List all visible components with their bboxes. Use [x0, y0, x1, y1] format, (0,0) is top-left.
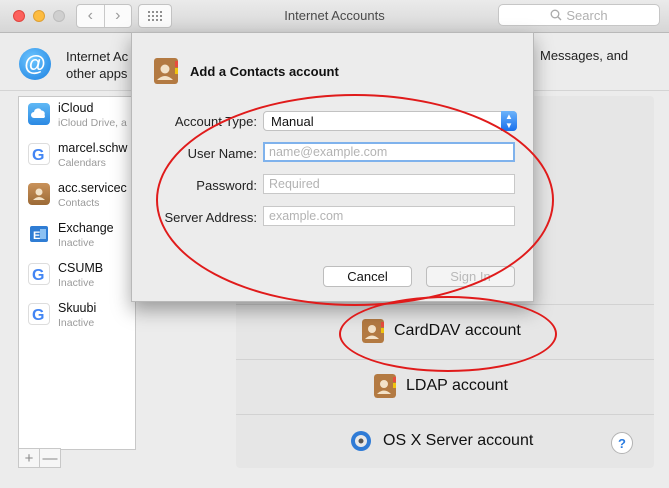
list-item-acc-service[interactable]: acc.servicec Contacts — [19, 177, 135, 215]
account-name: Exchange — [58, 221, 114, 235]
svg-text:G: G — [32, 307, 44, 324]
account-subtitle: Inactive — [58, 277, 95, 289]
account-subtitle: Contacts — [58, 197, 100, 209]
google-icon: G — [28, 143, 50, 165]
add-account-button[interactable]: + — [18, 448, 40, 468]
list-item-skuubi[interactable]: G Skuubi Inactive — [19, 297, 135, 335]
svg-text:G: G — [32, 267, 44, 284]
annotation-ellipse-form — [156, 94, 554, 306]
svg-text:G: G — [32, 147, 44, 164]
list-item-marcel[interactable]: G marcel.schw Calendars — [19, 137, 135, 175]
list-item-csumb[interactable]: G CSUMB Inactive — [19, 257, 135, 295]
at-icon: @ — [19, 48, 51, 80]
search-input[interactable]: Search — [498, 4, 660, 26]
list-item-icloud[interactable]: iCloud iCloud Drive, a — [19, 97, 135, 135]
google-icon: G — [28, 303, 50, 325]
icloud-icon — [28, 103, 50, 125]
osx-server-icon — [351, 431, 371, 451]
accounts-list: iCloud iCloud Drive, a G marcel.schw Cal… — [18, 96, 136, 450]
contacts-icon — [28, 183, 50, 205]
provider-row-osx-server[interactable]: OS X Server account — [236, 414, 654, 468]
google-icon: G — [28, 263, 50, 285]
account-name: marcel.schw — [58, 141, 128, 155]
sidebar-footer: + — — [18, 448, 136, 468]
remove-account-button[interactable]: — — [39, 448, 61, 468]
account-name: Skuubi — [58, 301, 97, 315]
account-subtitle: Calendars — [58, 157, 106, 169]
account-name: CSUMB — [58, 261, 104, 275]
contacts-icon — [154, 58, 178, 84]
svg-text:E: E — [33, 230, 40, 242]
list-item-exchange[interactable]: E Exchange Inactive — [19, 217, 135, 255]
exchange-icon: E — [28, 223, 50, 245]
account-name: iCloud — [58, 101, 94, 115]
annotation-ellipse-carddav — [339, 296, 557, 372]
account-subtitle: Inactive — [58, 317, 95, 329]
header-description-right: Messages, and — [540, 48, 629, 63]
help-button[interactable]: ? — [611, 432, 633, 454]
account-name: acc.servicec — [58, 181, 127, 195]
search-placeholder: Search — [566, 7, 608, 23]
osx-server-label: OS X Server account — [383, 432, 534, 449]
ldap-label: LDAP account — [406, 377, 508, 394]
account-subtitle: Inactive — [58, 237, 95, 249]
popup-arrows-icon: ▲ ▼ — [501, 111, 517, 131]
title-bar: ‹ › Internet Accounts Search — [0, 0, 669, 33]
search-icon — [550, 9, 562, 21]
contacts-icon — [374, 374, 396, 398]
sheet-title: Add a Contacts account — [190, 64, 339, 79]
account-subtitle: iCloud Drive, a — [58, 117, 127, 129]
